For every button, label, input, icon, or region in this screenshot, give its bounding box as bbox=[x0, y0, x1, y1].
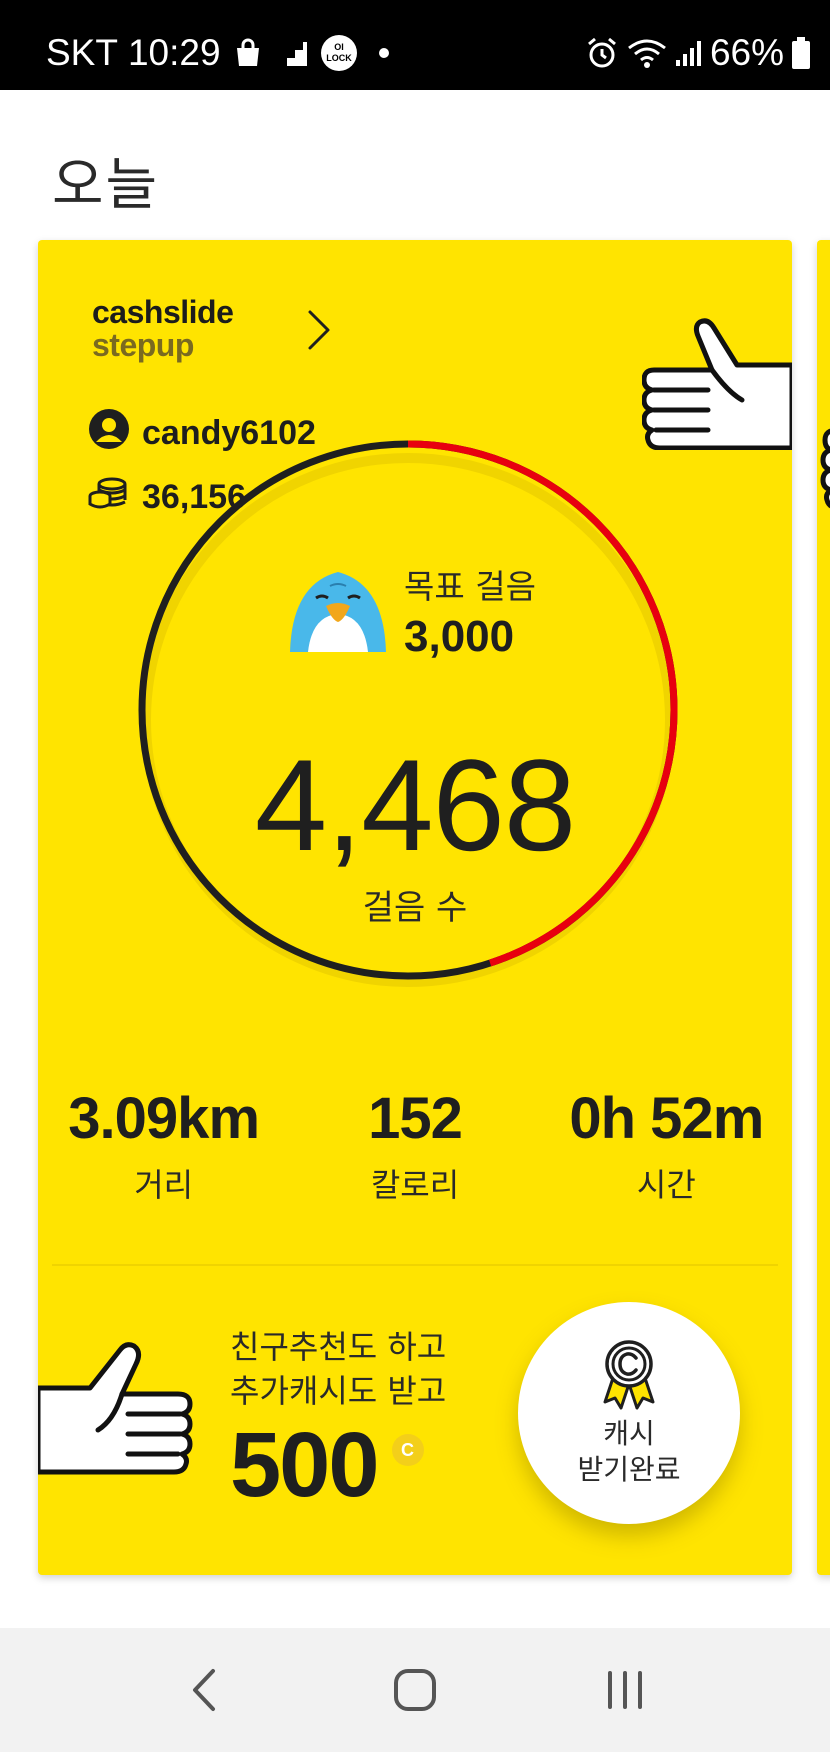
notification-dot-icon bbox=[369, 38, 399, 68]
wifi-icon bbox=[626, 36, 668, 70]
promo-line-2: 추가캐시도 받고 bbox=[230, 1372, 447, 1410]
stats-row: 3.09km 거리 152 칼로리 0h 52m 시간 bbox=[38, 1085, 792, 1206]
promo-amount: 500 bbox=[230, 1414, 379, 1516]
brand-logo[interactable]: cashslide stepup bbox=[92, 294, 234, 363]
referral-promo[interactable]: 친구추천도 하고 추가캐시도 받고 500 C bbox=[230, 1325, 446, 1515]
back-button[interactable] bbox=[165, 1650, 245, 1730]
chevron-right-icon[interactable] bbox=[300, 306, 340, 354]
stat-calories: 152 칼로리 bbox=[289, 1085, 540, 1206]
cash-button-line-2: 받기완료 bbox=[577, 1453, 681, 1486]
step-count: 4,468 bbox=[254, 732, 576, 878]
thumbs-up-icon bbox=[641, 300, 792, 451]
svg-text:LOCK: LOCK bbox=[326, 53, 352, 63]
home-button[interactable] bbox=[375, 1650, 455, 1730]
thumbs-up-icon bbox=[820, 428, 830, 509]
stat-label: 시간 bbox=[636, 1166, 696, 1204]
signal-icon bbox=[674, 38, 704, 68]
step-card[interactable]: cashslide stepup candy6102 36,156 목표 걸음 … bbox=[38, 240, 792, 1575]
brand-line-2: stepup bbox=[92, 327, 194, 363]
stat-value: 0h 52m bbox=[569, 1086, 764, 1151]
goal-value: 3,000 bbox=[404, 612, 515, 661]
recent-apps-button[interactable] bbox=[585, 1650, 665, 1730]
promo-line-1: 친구추천도 하고 bbox=[230, 1328, 447, 1366]
battery-icon bbox=[790, 35, 812, 71]
divider bbox=[52, 1264, 778, 1266]
stat-time: 0h 52m 시간 bbox=[541, 1085, 792, 1206]
coin-stack-icon bbox=[88, 476, 128, 519]
stat-label: 칼로리 bbox=[370, 1166, 460, 1204]
page-title: 오늘 bbox=[52, 153, 160, 216]
stairs-icon bbox=[275, 38, 309, 68]
status-left: SKT 10:29 OI LOCK bbox=[46, 0, 399, 106]
carrier-label: SKT bbox=[46, 32, 118, 73]
next-card-peek[interactable] bbox=[817, 240, 830, 1575]
step-count-label: 걸음 수 bbox=[362, 888, 468, 928]
medal-icon bbox=[599, 1338, 659, 1410]
clock: 10:29 bbox=[127, 32, 221, 73]
user-circle-icon bbox=[88, 408, 130, 459]
status-bar: SKT 10:29 OI LOCK 66% bbox=[0, 0, 830, 90]
shopping-bag-icon bbox=[231, 36, 265, 70]
brand-line-1: cashslide bbox=[92, 294, 234, 330]
alarm-icon bbox=[584, 35, 620, 71]
goal-block: 목표 걸음 3,000 bbox=[286, 560, 536, 662]
stat-label: 거리 bbox=[134, 1166, 194, 1204]
lock-badge-icon: OI LOCK bbox=[319, 33, 359, 73]
cash-coin-icon: C bbox=[391, 1434, 424, 1466]
thumbs-up-icon bbox=[38, 1340, 193, 1490]
stat-value: 3.09km bbox=[68, 1086, 260, 1151]
cash-button-label: 캐시 받기완료 bbox=[577, 1416, 680, 1488]
recent-apps-icon bbox=[608, 1671, 642, 1709]
svg-text:OI: OI bbox=[334, 42, 344, 52]
stat-distance: 3.09km 거리 bbox=[38, 1085, 289, 1206]
system-nav-bar bbox=[0, 1628, 830, 1752]
status-right: 66% bbox=[584, 0, 812, 106]
home-icon bbox=[394, 1669, 436, 1711]
promo-amount-row: 500 C bbox=[230, 1415, 446, 1515]
cash-claimed-button[interactable]: 캐시 받기완료 bbox=[518, 1302, 740, 1524]
battery-percent: 66% bbox=[709, 32, 784, 73]
stat-value: 152 bbox=[368, 1086, 463, 1151]
goal-label: 목표 걸음 bbox=[404, 567, 536, 606]
penguin-mascot-icon bbox=[286, 564, 390, 658]
back-chevron-icon bbox=[193, 1669, 215, 1711]
cash-button-line-1: 캐시 bbox=[603, 1417, 655, 1450]
